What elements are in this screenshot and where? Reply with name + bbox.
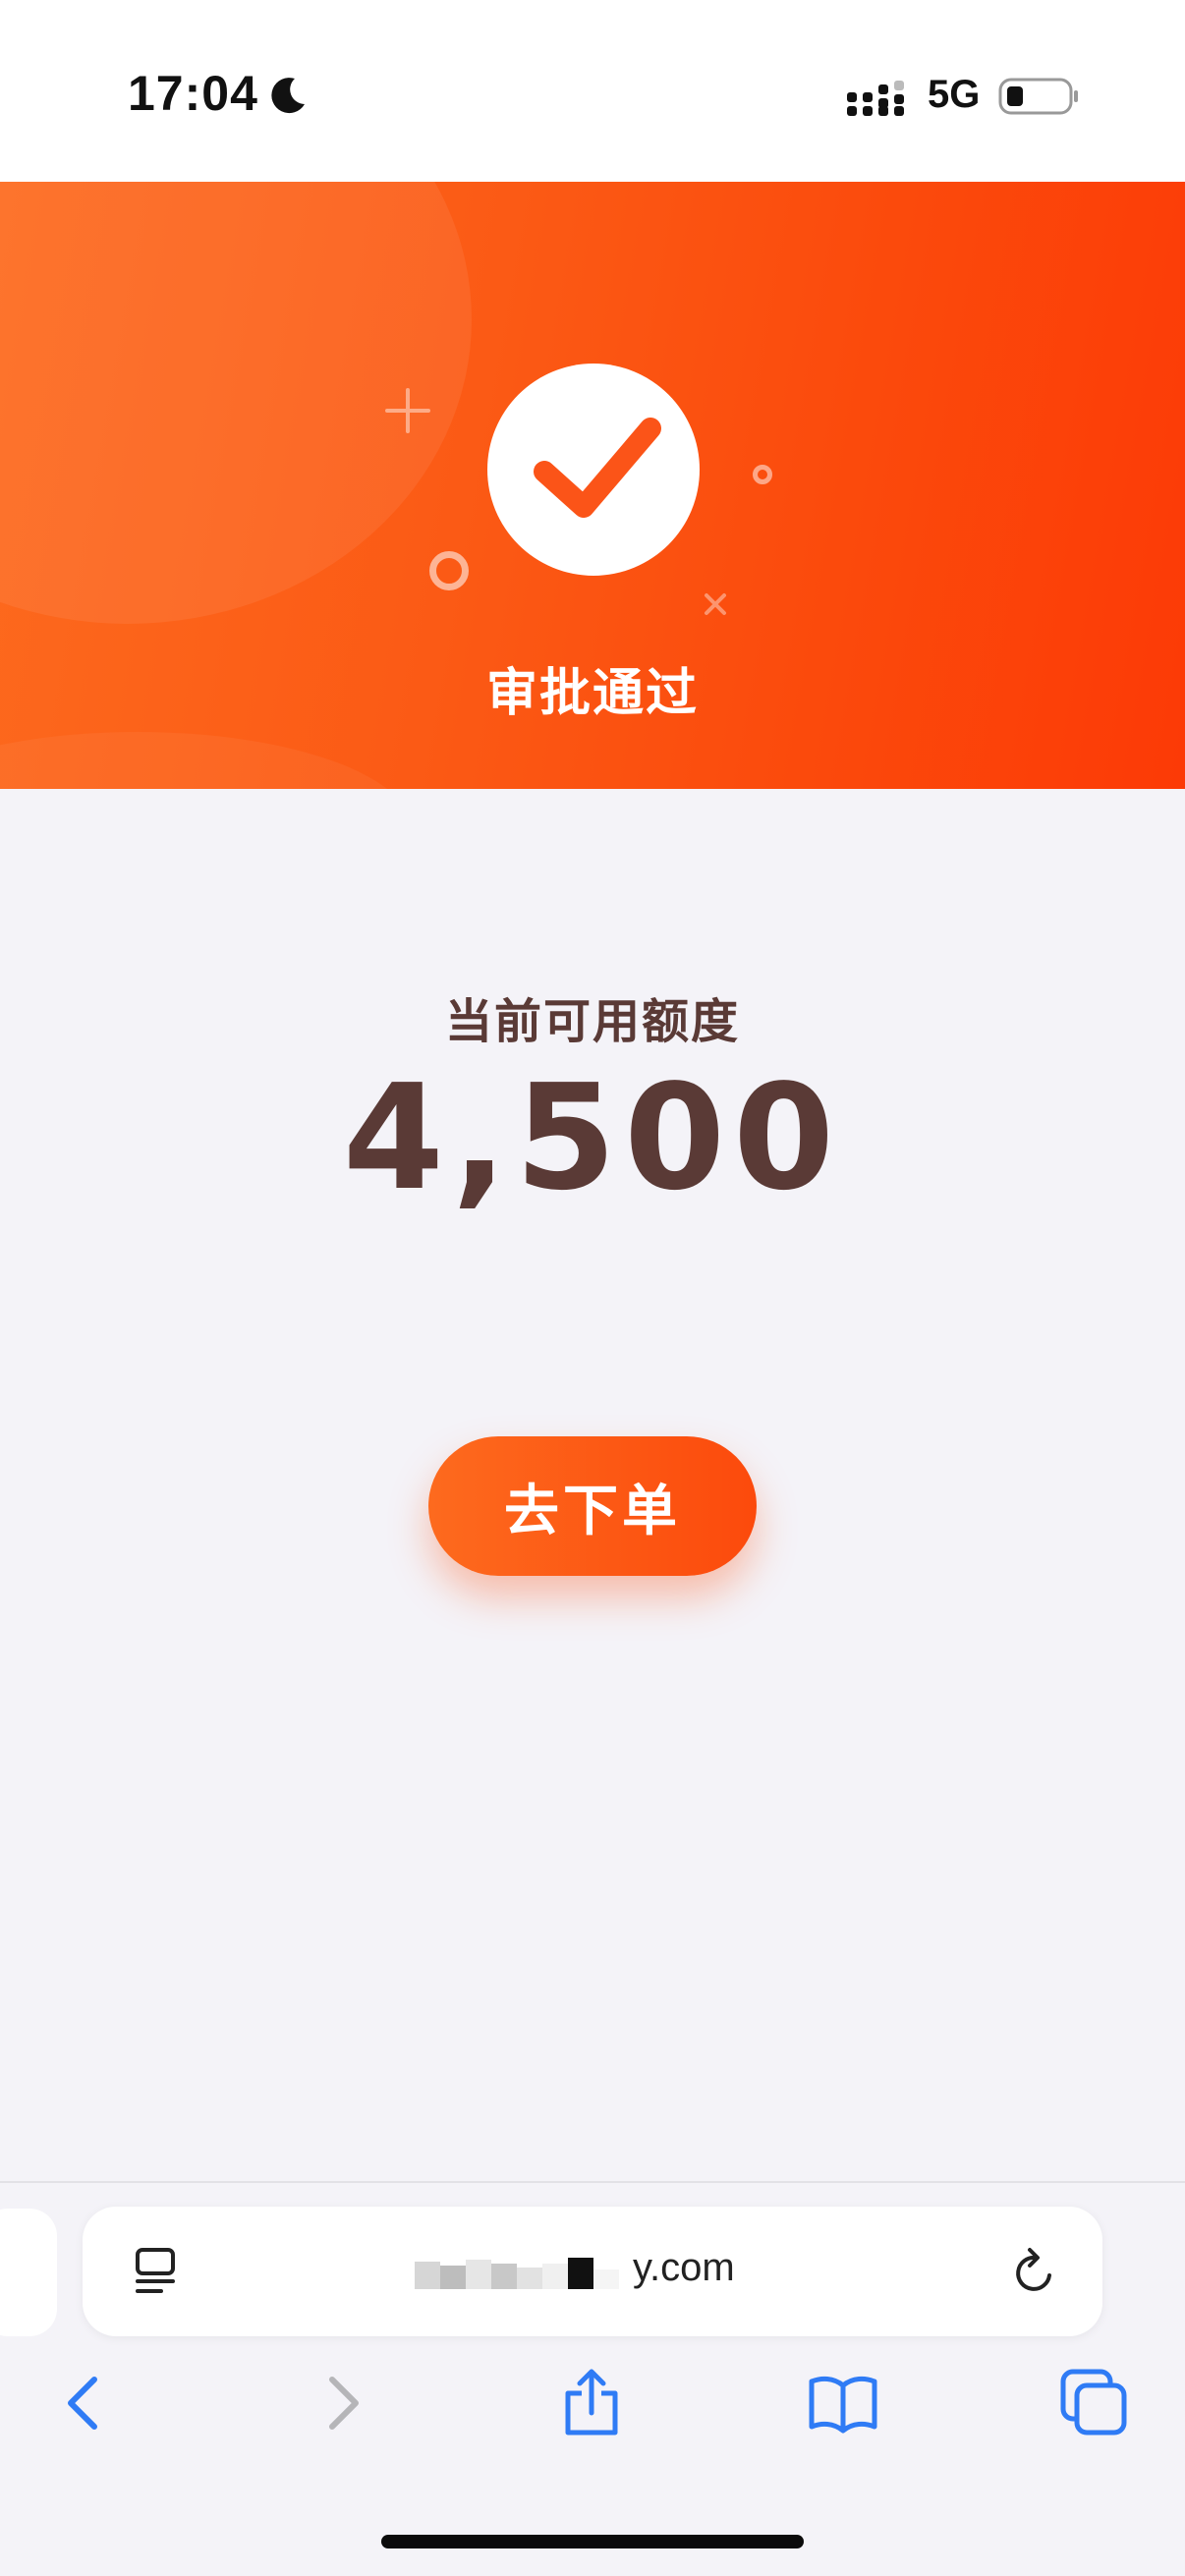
decorative-ring [429, 551, 469, 590]
decorative-circle [0, 732, 413, 789]
moon-icon [271, 78, 305, 114]
decorative-ring [753, 465, 772, 484]
check-badge [487, 364, 700, 576]
status-time: 17:04 [128, 66, 258, 121]
approval-status-title: 审批通过 [485, 664, 699, 723]
app-screen: 17:04 5G 审批通过 当前可用额度 4,500 去下单 y.com [0, 0, 1185, 2576]
chevron-right-icon[interactable] [305, 2366, 379, 2440]
credit-amount: 4,500 [342, 1053, 843, 1222]
battery-icon [998, 78, 1078, 115]
share-icon[interactable] [554, 2366, 629, 2440]
signal-icon [847, 81, 904, 116]
network-label: 5G [928, 73, 981, 116]
book-icon[interactable] [806, 2366, 880, 2440]
url-text: y.com [633, 2246, 735, 2289]
tabs-icon[interactable] [1057, 2366, 1132, 2440]
chevron-left-icon[interactable] [47, 2366, 122, 2440]
approval-hero-banner: 审批通过 [0, 182, 1185, 789]
url-redaction [415, 2258, 619, 2289]
credit-label: 当前可用额度 [444, 994, 740, 1049]
previous-tab-preview[interactable] [0, 2209, 57, 2336]
status-bar: 17:04 5G [0, 0, 1185, 182]
place-order-button[interactable]: 去下单 [428, 1436, 757, 1576]
home-indicator [381, 2535, 804, 2548]
sparkle-icon [705, 593, 726, 615]
check-icon [534, 418, 661, 518]
address-bar[interactable]: y.com [83, 2207, 1102, 2336]
reload-icon[interactable] [1006, 2246, 1061, 2301]
reader-icon[interactable] [132, 2246, 183, 2297]
sparkle-icon [385, 388, 430, 433]
